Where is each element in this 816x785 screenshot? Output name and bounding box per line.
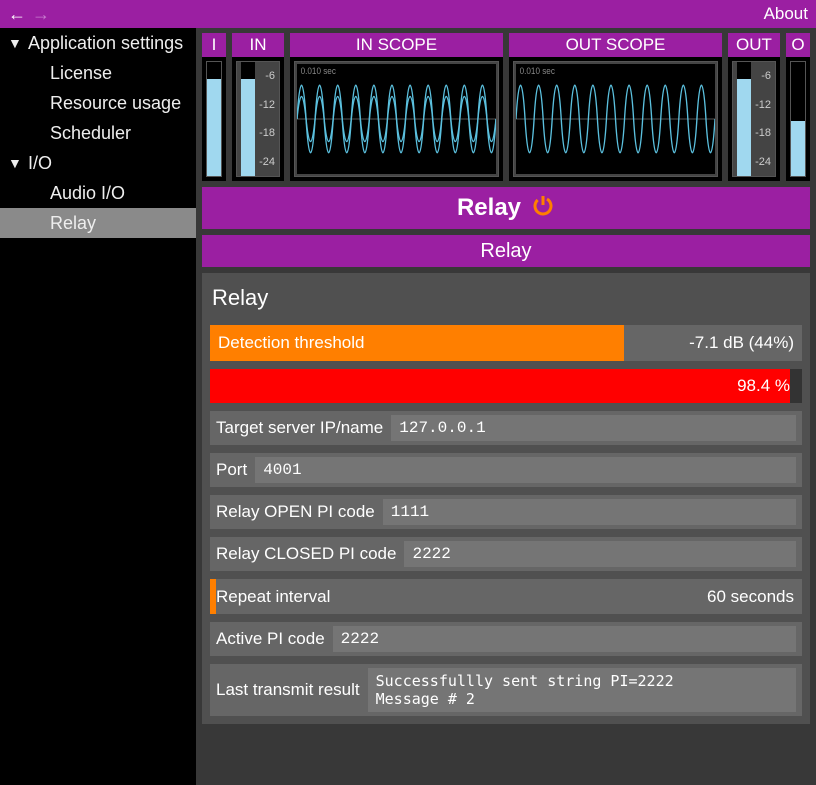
- back-icon[interactable]: ←: [8, 4, 26, 25]
- active-pi-value: 2222: [333, 626, 796, 652]
- sidebar-item-resource-usage[interactable]: Resource usage: [0, 88, 196, 118]
- active-pi-label: Active PI code: [216, 629, 333, 649]
- target-server-label: Target server IP/name: [216, 418, 391, 438]
- chevron-down-icon: ▼: [8, 155, 28, 171]
- repeat-interval-label: Repeat interval: [210, 587, 330, 607]
- repeat-interval-value: 60 seconds: [707, 587, 802, 607]
- sidebar-group-application-settings[interactable]: ▼ Application settings: [0, 28, 196, 58]
- detection-threshold-label: Detection threshold: [210, 333, 364, 353]
- meter-label: OUT: [728, 33, 780, 57]
- detection-threshold-slider[interactable]: Detection threshold -7.1 dB (44%): [210, 325, 802, 361]
- meter-out: OUT -6 -12 -18 -24: [728, 33, 780, 181]
- chevron-down-icon: ▼: [8, 35, 28, 51]
- level-bar: [207, 62, 221, 176]
- detection-level-bar: 98.4 %: [210, 369, 802, 403]
- level-bar: [241, 62, 255, 176]
- sidebar-item-relay[interactable]: Relay: [0, 208, 196, 238]
- target-server-row: Target server IP/name 127.0.0.1: [210, 411, 802, 445]
- svg-text:0.010 sec: 0.010 sec: [301, 66, 337, 76]
- meter-i: I: [202, 33, 226, 181]
- relay-header: Relay: [202, 187, 810, 229]
- active-pi-row: Active PI code 2222: [210, 622, 802, 656]
- meter-label: I: [202, 33, 226, 57]
- scale: -6 -12 -18 -24: [751, 62, 775, 176]
- scope-display: 0.010 sec: [516, 64, 715, 174]
- last-result-row: Last transmit result Successfullly sent …: [210, 664, 802, 716]
- sidebar-item-license[interactable]: License: [0, 58, 196, 88]
- sidebar-item-scheduler[interactable]: Scheduler: [0, 118, 196, 148]
- svg-text:0.010 sec: 0.010 sec: [520, 66, 556, 76]
- port-input[interactable]: 4001: [255, 457, 796, 483]
- port-label: Port: [216, 460, 255, 480]
- scope-display: 0.010 sec: [297, 64, 496, 174]
- level-bar: [791, 62, 805, 176]
- port-row: Port 4001: [210, 453, 802, 487]
- meters-row: I IN -6 -12 -18 -24 IN SCOPE: [202, 33, 810, 181]
- relay-title: Relay: [457, 194, 521, 222]
- meter-out-scope: OUT SCOPE 0.010 sec: [509, 33, 722, 181]
- panel-title: Relay: [210, 281, 802, 317]
- detection-threshold-value: -7.1 dB (44%): [689, 333, 802, 353]
- content: I IN -6 -12 -18 -24 IN SCOPE: [196, 28, 816, 785]
- meter-label: IN SCOPE: [290, 33, 503, 57]
- meter-o: O: [786, 33, 810, 181]
- meter-in: IN -6 -12 -18 -24: [232, 33, 284, 181]
- last-result-label: Last transmit result: [216, 680, 368, 700]
- repeat-interval-slider[interactable]: Repeat interval 60 seconds: [210, 579, 802, 614]
- closed-pi-input[interactable]: 2222: [404, 541, 796, 567]
- closed-pi-row: Relay CLOSED PI code 2222: [210, 537, 802, 571]
- open-pi-row: Relay OPEN PI code 1111: [210, 495, 802, 529]
- open-pi-input[interactable]: 1111: [383, 499, 796, 525]
- scale: -6 -12 -18 -24: [255, 62, 279, 176]
- level-bar: [737, 62, 751, 176]
- closed-pi-label: Relay CLOSED PI code: [216, 544, 404, 564]
- topbar: ← → About: [0, 0, 816, 28]
- sidebar-group-io[interactable]: ▼ I/O: [0, 148, 196, 178]
- last-result-value: Successfullly sent string PI=2222 Messag…: [368, 668, 796, 712]
- sidebar-item-audio-io[interactable]: Audio I/O: [0, 178, 196, 208]
- open-pi-label: Relay OPEN PI code: [216, 502, 383, 522]
- meter-label: IN: [232, 33, 284, 57]
- about-link[interactable]: About: [764, 4, 808, 24]
- forward-icon[interactable]: →: [32, 4, 50, 25]
- sidebar-label: Application settings: [28, 33, 183, 54]
- meter-label: O: [786, 33, 810, 57]
- power-icon[interactable]: [531, 193, 555, 224]
- target-server-input[interactable]: 127.0.0.1: [391, 415, 796, 441]
- meter-label: OUT SCOPE: [509, 33, 722, 57]
- meter-in-scope: IN SCOPE 0.010 sec: [290, 33, 503, 181]
- sidebar-label: I/O: [28, 153, 52, 174]
- section-header: Relay: [202, 235, 810, 267]
- detection-level-value: 98.4 %: [737, 376, 802, 396]
- relay-panel: Relay Detection threshold -7.1 dB (44%) …: [202, 273, 810, 724]
- sidebar: ▼ Application settings License Resource …: [0, 28, 196, 785]
